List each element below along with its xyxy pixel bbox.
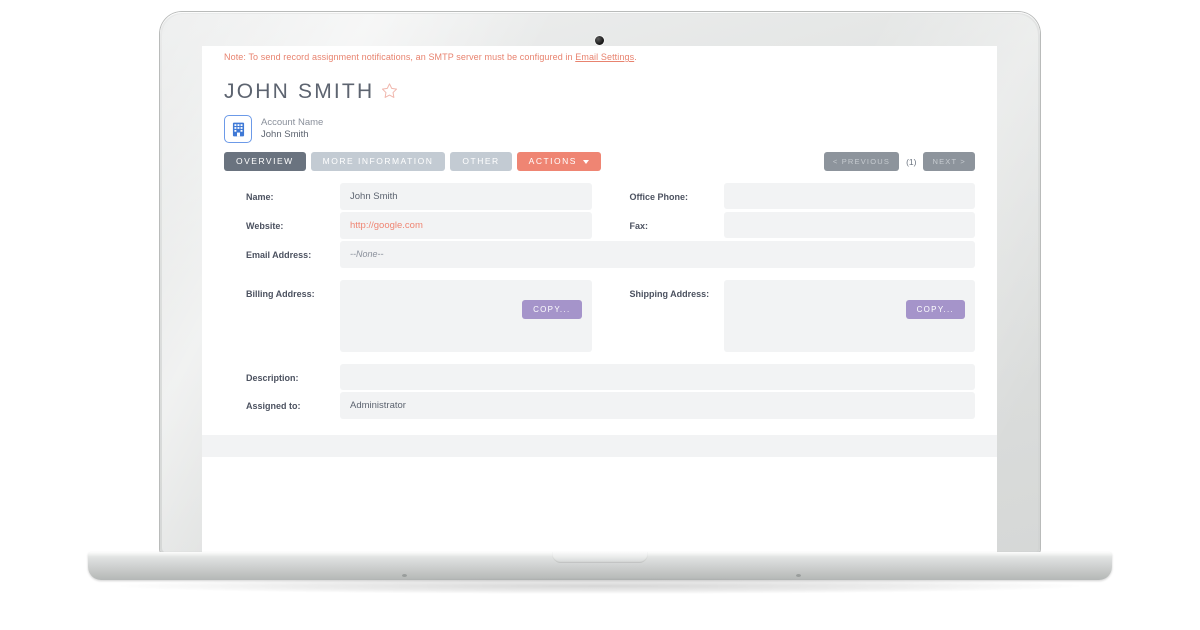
field-office-phone-label: Office Phone:	[629, 192, 689, 202]
pagination: < PREVIOUS (1) NEXT >	[823, 152, 975, 171]
field-shipping-address: Shipping Address: COPY...	[608, 280, 975, 354]
laptop-trackpad-notch	[552, 552, 648, 563]
next-button[interactable]: NEXT >	[923, 152, 975, 171]
smtp-notice: Note: To send record assignment notifica…	[202, 46, 997, 66]
panel-bottom-band	[202, 435, 997, 457]
webcam-icon	[595, 36, 604, 45]
field-billing-address: Billing Address: COPY...	[224, 280, 592, 354]
field-assigned-to-value[interactable]: Administrator	[340, 392, 975, 419]
crm-account-page: Note: To send record assignment notifica…	[202, 46, 997, 554]
laptop-foot-right	[796, 574, 801, 577]
billing-copy-button[interactable]: COPY...	[522, 300, 582, 319]
smtp-notice-text: Note: To send record assignment notifica…	[224, 52, 576, 62]
actions-button[interactable]: ACTIONS	[516, 152, 601, 171]
row-spacer	[224, 354, 975, 364]
laptop-shadow	[120, 578, 1080, 594]
row-spacer	[224, 270, 975, 280]
field-name-value[interactable]: John Smith	[340, 183, 592, 210]
field-email-address-none: --None--	[350, 249, 384, 259]
detail-rows: Name: John Smith Office Phone: Website:	[224, 183, 975, 421]
field-website: Website: http://google.com	[224, 212, 592, 241]
record-header: JOHN SMITH	[202, 66, 997, 104]
field-billing-address-label: Billing Address:	[246, 289, 315, 299]
column-gap	[592, 212, 608, 241]
tab-more-information[interactable]: MORE INFORMATION	[310, 152, 446, 171]
tab-overview[interactable]: OVERVIEW	[224, 152, 306, 171]
email-settings-link[interactable]: Email Settings	[575, 52, 634, 62]
detail-row: Billing Address: COPY... Shipping Addres…	[224, 280, 975, 354]
field-fax-label: Fax:	[629, 221, 649, 231]
laptop-mockup: Note: To send record assignment notifica…	[0, 0, 1200, 630]
star-outline-icon[interactable]	[381, 82, 398, 103]
field-shipping-address-value[interactable]: COPY...	[723, 280, 975, 352]
field-office-phone: Office Phone:	[608, 183, 975, 212]
website-link[interactable]: http://google.com	[350, 220, 423, 231]
field-fax: Fax:	[608, 212, 975, 241]
field-website-value: http://google.com	[340, 212, 592, 239]
detail-row: Name: John Smith Office Phone:	[224, 183, 975, 212]
field-email-address-label: Email Address:	[246, 250, 312, 260]
page-empty-area	[202, 457, 997, 554]
field-assigned-to: Assigned to: Administrator	[224, 392, 975, 421]
record-meta: Account Name John Smith	[261, 117, 323, 141]
record-subheader: Account Name John Smith	[202, 104, 997, 143]
field-fax-value[interactable]	[723, 212, 975, 238]
page-title: JOHN SMITH	[224, 80, 375, 103]
field-assigned-to-label: Assigned to:	[246, 401, 301, 411]
shipping-copy-button[interactable]: COPY...	[905, 300, 965, 319]
account-building-icon	[224, 115, 252, 143]
column-gap	[592, 183, 608, 212]
actions-button-label: ACTIONS	[528, 156, 577, 166]
field-shipping-address-label: Shipping Address:	[629, 289, 710, 299]
detail-panel: Name: John Smith Office Phone: Website:	[202, 183, 997, 435]
field-email-address-value[interactable]: --None--	[340, 241, 975, 268]
smtp-notice-suffix: .	[634, 52, 637, 62]
field-description: Description:	[224, 364, 975, 392]
previous-button[interactable]: < PREVIOUS	[823, 152, 900, 171]
laptop-screen: Note: To send record assignment notifica…	[202, 46, 997, 554]
field-description-value[interactable]	[340, 364, 975, 390]
record-type-label: Account Name	[261, 116, 324, 128]
laptop-foot-left	[402, 574, 407, 577]
tab-strip: OVERVIEW MORE INFORMATION OTHER ACTIONS …	[202, 143, 997, 171]
detail-row: Website: http://google.com Fax:	[224, 212, 975, 241]
detail-row: Description:	[224, 364, 975, 392]
detail-row: Email Address: --None--	[224, 241, 975, 270]
field-email-address: Email Address: --None--	[224, 241, 975, 270]
record-type-value: John Smith	[261, 129, 309, 140]
field-name: Name: John Smith	[224, 183, 592, 212]
column-gap	[592, 280, 608, 354]
caret-down-icon	[582, 159, 589, 164]
page-count: (1)	[906, 156, 917, 167]
field-name-label: Name:	[246, 192, 274, 202]
field-office-phone-value[interactable]	[723, 183, 975, 209]
detail-row: Assigned to: Administrator	[224, 392, 975, 421]
field-billing-address-value[interactable]: COPY...	[340, 280, 592, 352]
tab-other[interactable]: OTHER	[450, 152, 512, 171]
field-description-label: Description:	[246, 373, 299, 383]
field-website-label: Website:	[246, 221, 284, 231]
